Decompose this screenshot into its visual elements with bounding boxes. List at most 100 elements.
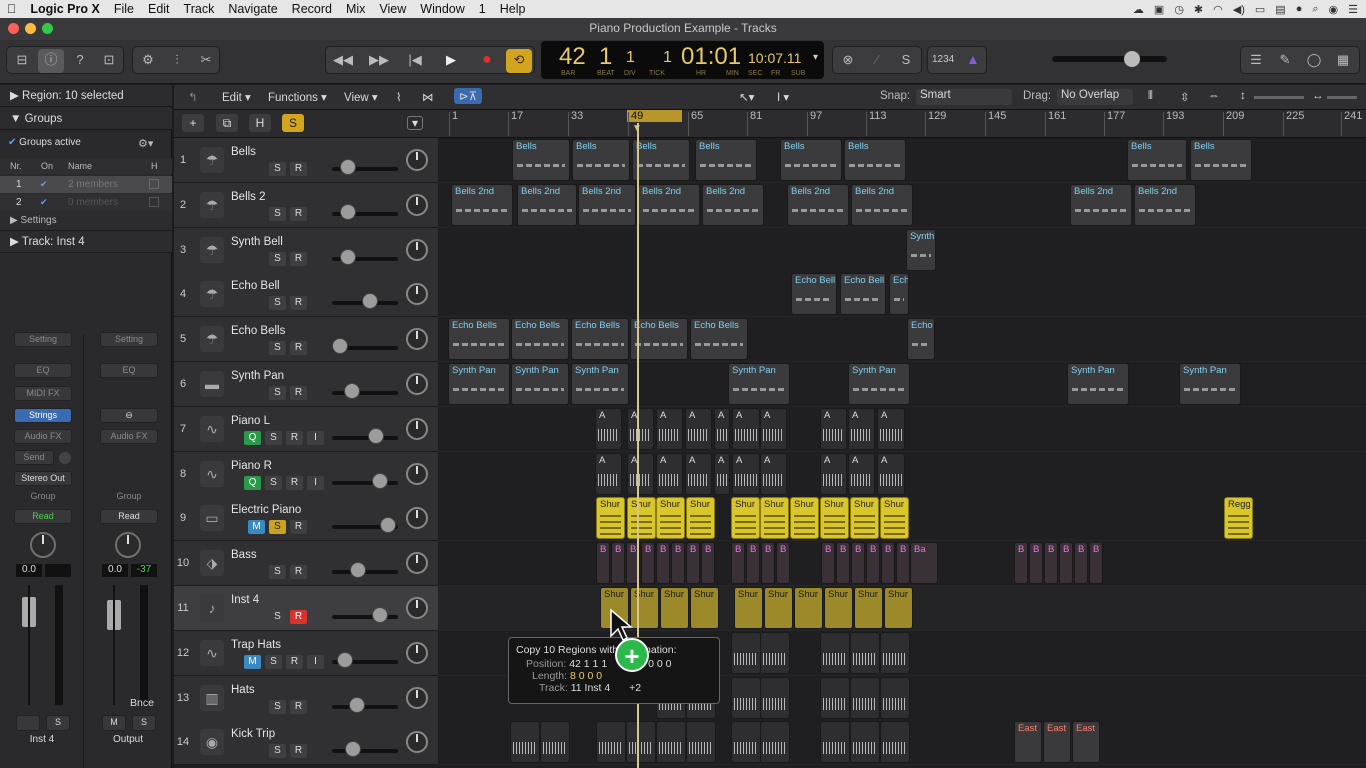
- eq-button[interactable]: EQ: [14, 363, 72, 378]
- groups-active-checkbox[interactable]: ✔ Groups active: [8, 137, 81, 148]
- region[interactable]: A: [714, 452, 730, 495]
- instrument-slot[interactable]: Strings: [14, 408, 72, 423]
- menu-record[interactable]: Record: [285, 2, 339, 16]
- mute-button[interactable]: M: [102, 715, 126, 731]
- track-r-button[interactable]: R: [290, 744, 307, 759]
- region[interactable]: B: [851, 542, 865, 585]
- apple-menu-icon[interactable]: : [0, 2, 23, 16]
- editors-icon[interactable]: ✂: [193, 49, 219, 73]
- pan-knob[interactable]: [406, 193, 428, 216]
- track-i-button[interactable]: I: [307, 475, 324, 490]
- lcd-mode-chevron-icon[interactable]: ▾: [813, 52, 818, 63]
- region[interactable]: Bells 2nd: [1134, 183, 1196, 226]
- track-s-button[interactable]: S: [269, 386, 286, 400]
- duplicate-track-icon[interactable]: ⧉: [216, 114, 238, 132]
- volume-slider-knob[interactable]: [380, 517, 396, 534]
- region[interactable]: A: [760, 407, 787, 450]
- menu-navigate[interactable]: Navigate: [221, 2, 284, 16]
- region[interactable]: Shur: [760, 497, 789, 540]
- region[interactable]: Regg: [1224, 497, 1253, 540]
- track-lane[interactable]: [438, 227, 1366, 273]
- volume-slider-knob[interactable]: [372, 607, 388, 623]
- track-s-button[interactable]: S: [269, 251, 286, 266]
- region[interactable]: [596, 721, 626, 764]
- solo-button[interactable]: S: [132, 715, 156, 731]
- track-header[interactable]: 13 ▥ Hats S R: [174, 675, 438, 721]
- automation-curve-icon[interactable]: ⌇: [396, 90, 402, 104]
- region[interactable]: [880, 631, 910, 674]
- zoom-window-button[interactable]: [42, 23, 53, 34]
- region[interactable]: Shur: [764, 587, 793, 629]
- region[interactable]: A: [848, 407, 875, 450]
- track-s-button[interactable]: S: [269, 565, 286, 580]
- user-icon[interactable]: ●: [1296, 3, 1303, 15]
- cycle-icon[interactable]: ⟲: [506, 49, 532, 73]
- track-name[interactable]: Bass: [231, 549, 257, 561]
- region[interactable]: Synth Pan: [1179, 363, 1241, 405]
- time-machine-icon[interactable]: ◷: [1174, 3, 1184, 16]
- track-r-button[interactable]: R: [290, 610, 307, 624]
- pan-knob[interactable]: [406, 686, 428, 709]
- region[interactable]: A: [820, 452, 847, 495]
- battery-icon[interactable]: ▭: [1255, 3, 1265, 16]
- region[interactable]: B: [761, 542, 775, 585]
- track-s-button[interactable]: S: [269, 206, 286, 221]
- volume-slider[interactable]: [332, 615, 398, 619]
- automation-read-button[interactable]: Read: [100, 509, 158, 524]
- menu-1[interactable]: 1: [472, 2, 493, 16]
- region[interactable]: A: [877, 407, 905, 450]
- region[interactable]: Bells 2nd: [578, 183, 636, 226]
- track-r-button[interactable]: R: [290, 296, 307, 311]
- horizontal-zoom-icon[interactable]: ↔: [1312, 90, 1324, 102]
- region[interactable]: B: [611, 542, 625, 585]
- region[interactable]: [656, 721, 686, 764]
- volume-slider-knob[interactable]: [340, 248, 356, 265]
- group-button[interactable]: Group: [100, 490, 158, 505]
- text-tool-icon[interactable]: I ▾: [777, 90, 789, 104]
- screen-icon[interactable]: ▣: [1154, 3, 1164, 16]
- region[interactable]: B: [776, 542, 790, 585]
- track-header[interactable]: 11 ♪ Inst 4 SR: [174, 586, 438, 631]
- track-name[interactable]: Inst 4: [231, 594, 259, 606]
- vertical-zoom-slider[interactable]: [1254, 96, 1304, 99]
- track-header[interactable]: 6 ▬ Synth Pan S R: [174, 362, 438, 407]
- wifi-icon[interactable]: ◠: [1213, 3, 1223, 16]
- track-s-button[interactable]: S: [269, 699, 286, 714]
- go-to-start-icon[interactable]: |◀: [402, 49, 428, 73]
- group-on-checkbox-icon[interactable]: ✔: [40, 179, 48, 190]
- tuning-icon[interactable]: ⁄: [864, 49, 890, 73]
- smart-controls-icon[interactable]: ⚙: [135, 49, 161, 73]
- region[interactable]: Synth Pan: [511, 363, 569, 405]
- region[interactable]: [760, 676, 790, 719]
- automation-read-button[interactable]: Read: [14, 509, 72, 524]
- pan-knob[interactable]: [406, 462, 428, 485]
- bounce-label[interactable]: Bnce: [130, 697, 154, 709]
- track-header[interactable]: 8 ∿ Piano R QSRI: [174, 451, 438, 497]
- track-r-button[interactable]: R: [290, 565, 307, 580]
- inspector-icon[interactable]: ⓘ: [38, 49, 64, 73]
- track-name[interactable]: Bells 2: [231, 191, 266, 203]
- track-r-button[interactable]: R: [290, 520, 307, 535]
- volume-slider-knob[interactable]: [345, 741, 361, 758]
- region[interactable]: Shur: [731, 497, 760, 540]
- notepad-icon[interactable]: ✎: [1272, 49, 1298, 73]
- region[interactable]: East: [1014, 721, 1042, 764]
- region[interactable]: [731, 631, 761, 674]
- track-s-button[interactable]: S: [265, 654, 282, 669]
- track-r-button[interactable]: R: [286, 654, 303, 669]
- region[interactable]: B: [1029, 542, 1043, 585]
- track-header[interactable]: 2 ☂ Bells 2SR: [174, 182, 438, 228]
- menu-view[interactable]: View: [372, 2, 413, 16]
- region[interactable]: A: [627, 407, 654, 450]
- volume-slider-knob[interactable]: [337, 651, 353, 668]
- bluetooth-icon[interactable]: ✱: [1194, 3, 1203, 16]
- notes-icon[interactable]: ▤: [1275, 3, 1285, 16]
- menu-window[interactable]: Window: [413, 2, 471, 16]
- track-s-button[interactable]: S: [269, 610, 286, 624]
- region[interactable]: Shur: [686, 497, 715, 540]
- region[interactable]: A: [656, 407, 683, 450]
- region[interactable]: Bells: [632, 139, 690, 181]
- track-header[interactable]: 4 ☂ Echo Bell S R: [174, 272, 438, 318]
- play-icon[interactable]: ▶: [438, 49, 464, 73]
- track-name[interactable]: Kick Trip: [231, 728, 275, 740]
